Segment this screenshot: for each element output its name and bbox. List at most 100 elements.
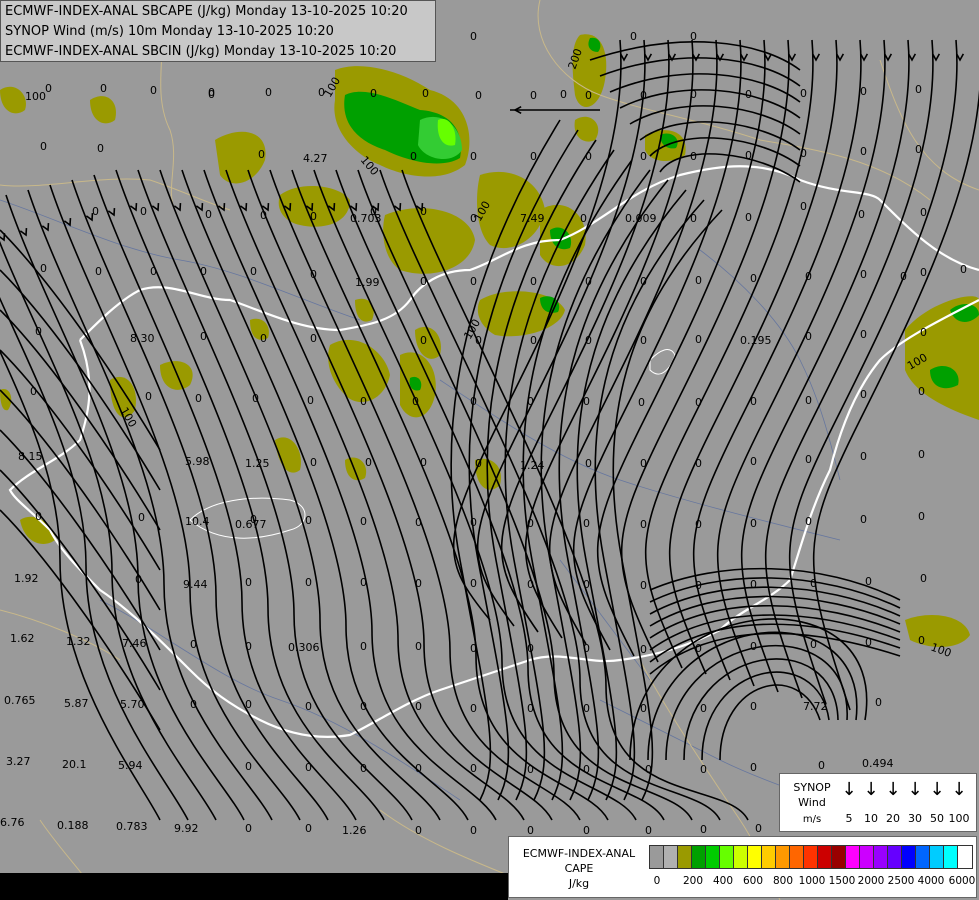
cape-contour-label: 100: [25, 90, 46, 103]
sbcin-zero-value: 0: [860, 145, 867, 158]
sbcin-zero-value: 0: [690, 150, 697, 163]
cape-swatch: [832, 846, 846, 868]
sbcin-zero-value: 0: [200, 330, 207, 343]
cape-swatch: [902, 846, 916, 868]
sbcin-zero-value: 0: [35, 510, 42, 523]
sbcin-zero-value: 0: [470, 762, 477, 775]
cape-swatch: [944, 846, 958, 868]
sbcin-zero-value: 0: [640, 518, 647, 531]
sbcin-zero-value: 0: [695, 396, 702, 409]
cape-legend-label-2: CAPE: [564, 862, 594, 875]
cape-swatch: [790, 846, 804, 868]
sbcin-value: 1.99: [355, 276, 380, 289]
sbcin-zero-value: 0: [420, 275, 427, 288]
sbcin-zero-value: 0: [750, 640, 757, 653]
sbcin-zero-value: 0: [527, 642, 534, 655]
sbcin-zero-value: 0: [470, 516, 477, 529]
sbcin-value: 0: [690, 30, 697, 43]
sbcin-value: 20.1: [62, 758, 87, 771]
cape-swatch: [734, 846, 748, 868]
sbcin-zero-value: 0: [920, 206, 927, 219]
sbcin-zero-value: 0: [470, 824, 477, 837]
sbcin-zero-value: 0: [640, 457, 647, 470]
sbcin-zero-value: 0: [265, 86, 272, 99]
sbcin-zero-value: 0: [310, 210, 317, 223]
sbcin-zero-value: 0: [135, 573, 142, 586]
title-line-cape: ECMWF-INDEX-ANAL SBCAPE (J/kg) Monday 13…: [5, 4, 408, 19]
cape-swatch: [804, 846, 818, 868]
sbcin-zero-value: 0: [915, 83, 922, 96]
wind-arrow-30: ↓ 30: [904, 780, 926, 826]
sbcin-zero-value: 0: [583, 763, 590, 776]
title-line-cin: ECMWF-INDEX-ANAL SBCIN (J/kg) Monday 13-…: [5, 44, 397, 59]
sbcin-zero-value: 0: [810, 638, 817, 651]
sbcin-zero-value: 0: [700, 823, 707, 836]
sbcin-value: 0: [470, 30, 477, 43]
sbcin-zero-value: 0: [750, 455, 757, 468]
sbcin-zero-value: 0: [860, 388, 867, 401]
sbcin-zero-value: 0: [858, 208, 865, 221]
sbcin-zero-value: 0: [475, 334, 482, 347]
cape-swatch: [930, 846, 944, 868]
sbcin-zero-value: 0: [360, 762, 367, 775]
sbcin-zero-value: 0: [585, 150, 592, 163]
sbcin-zero-value: 0: [960, 263, 967, 276]
cape-tick-label: 1000: [798, 875, 826, 887]
cape-swatch: [818, 846, 832, 868]
sbcin-zero-value: 0: [470, 642, 477, 655]
sbcin-zero-value: 0: [360, 576, 367, 589]
sbcin-zero-value: 0: [640, 89, 647, 102]
down-arrow-icon: ↓: [929, 779, 945, 800]
sbcin-zero-value: 0: [640, 702, 647, 715]
sbcin-zero-value: 0: [138, 511, 145, 524]
sbcin-zero-value: 0: [470, 702, 477, 715]
cape-swatch: [678, 846, 692, 868]
sbcin-zero-value: 0: [205, 208, 212, 221]
sbcin-value: 0.188: [57, 819, 89, 832]
cape-swatch: [860, 846, 874, 868]
sbcin-zero-value: 0: [415, 700, 422, 713]
sbcin-zero-value: 0: [865, 575, 872, 588]
sbcin-zero-value: 0: [750, 578, 757, 591]
sbcin-zero-value: 0: [920, 266, 927, 279]
sbcin-zero-value: 0: [918, 448, 925, 461]
sbcin-value: 9.92: [174, 822, 199, 835]
sbcin-zero-value: 0: [585, 89, 592, 102]
sbcin-zero-value: 0: [527, 702, 534, 715]
sbcin-zero-value: 0: [583, 517, 590, 530]
sbcin-zero-value: 0: [470, 395, 477, 408]
sbcin-value: 0.195: [740, 334, 772, 347]
sbcin-zero-value: 0: [530, 89, 537, 102]
sbcin-zero-value: 0: [415, 762, 422, 775]
title-line-wind: SYNOP Wind (m/s) 10m Monday 13-10-2025 1…: [5, 24, 334, 39]
sbcin-zero-value: 0: [805, 330, 812, 343]
sbcin-value: 0.494: [862, 757, 894, 770]
sbcin-zero-value: 0: [310, 332, 317, 345]
cape-swatch: [958, 846, 972, 868]
sbcin-zero-value: 0: [640, 579, 647, 592]
sbcin-zero-value: 0: [415, 824, 422, 837]
sbcin-zero-value: 0: [150, 265, 157, 278]
sbcin-zero-value: 0: [260, 209, 267, 222]
sbcin-zero-value: 0: [245, 576, 252, 589]
sbcin-zero-value: 0: [245, 760, 252, 773]
sbcin-zero-value: 0: [35, 325, 42, 338]
sbcin-zero-value: 0: [750, 761, 757, 774]
sbcin-zero-value: 0: [250, 265, 257, 278]
sbcin-zero-value: 0: [190, 698, 197, 711]
sbcin-value: 0: [560, 88, 567, 101]
cape-swatch: [888, 846, 902, 868]
sbcin-value: 3.27: [6, 755, 31, 768]
sbcin-zero-value: 0: [305, 822, 312, 835]
sbcin-zero-value: 0: [260, 332, 267, 345]
sbcin-zero-value: 0: [527, 395, 534, 408]
sbcin-zero-value: 0: [918, 510, 925, 523]
sbcin-zero-value: 0: [585, 334, 592, 347]
sbcin-zero-value: 0: [810, 577, 817, 590]
cape-swatch: [846, 846, 860, 868]
wind-arrow-5: ↓ 5: [838, 780, 860, 826]
sbcin-zero-value: 0: [583, 642, 590, 655]
sbcin-zero-value: 0: [310, 268, 317, 281]
sbcin-zero-value: 0: [208, 86, 215, 99]
sbcin-zero-value: 0: [412, 395, 419, 408]
